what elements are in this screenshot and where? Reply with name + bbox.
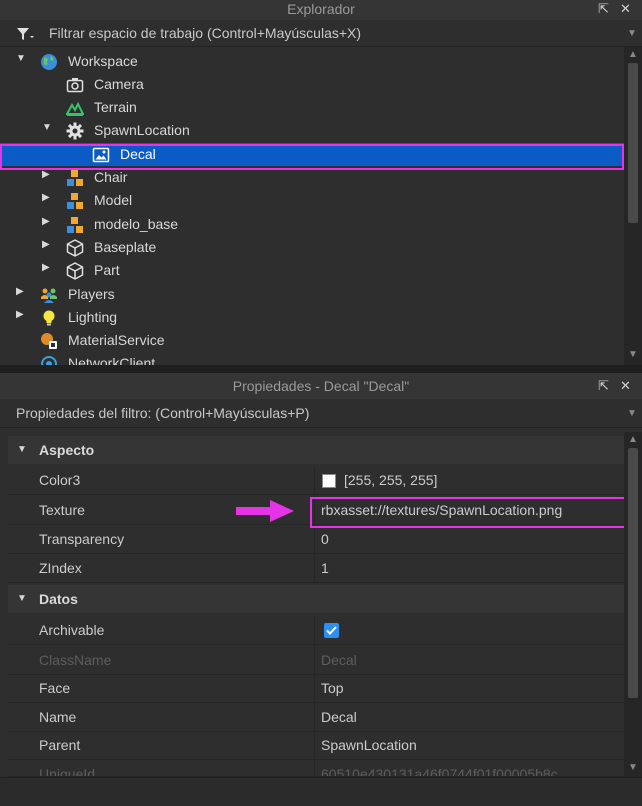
tree-item-modelo-base[interactable]: ▶ modelo_base: [0, 213, 624, 236]
panel-splitter[interactable]: [0, 365, 642, 373]
gear-icon: [66, 122, 84, 140]
properties-filter-bar[interactable]: Propiedades del filtro: (Control+Mayúscu…: [0, 399, 642, 428]
scroll-up-icon[interactable]: ▲: [628, 434, 638, 445]
expand-arrow-icon[interactable]: ▼: [16, 53, 26, 64]
explorer-filter-bar[interactable]: Filtrar espacio de trabajo (Control+Mayú…: [0, 20, 642, 47]
tree-item-label: MaterialService: [68, 332, 165, 348]
properties-titlebar: Propiedades - Decal "Decal" ⇱ ✕: [0, 373, 642, 399]
tree-item-label: Model: [94, 192, 133, 208]
chevron-down-icon[interactable]: ▼: [627, 28, 637, 39]
model-icon: [67, 193, 83, 209]
players-icon: [41, 288, 57, 303]
bottom-strip: [0, 777, 642, 806]
expand-arrow-icon[interactable]: ▶: [16, 286, 24, 297]
expand-arrow-icon[interactable]: ▼: [42, 122, 52, 133]
part-icon: [66, 262, 84, 280]
scroll-down-icon[interactable]: ▼: [628, 349, 638, 360]
tree-item-baseplate[interactable]: ▶ Baseplate: [0, 236, 624, 259]
tree-item-label: modelo_base: [94, 216, 179, 232]
tree-item-label: NetworkClient: [68, 355, 156, 365]
explorer-tree: ▼ Workspace Camera Terrain ▼ SpawnLocati…: [0, 47, 624, 365]
part-icon: [66, 239, 84, 257]
expand-arrow-icon[interactable]: ▶: [42, 239, 50, 250]
undock-icon[interactable]: ⇱: [598, 1, 609, 17]
tree-item-label: Players: [68, 286, 115, 302]
tree-item-label: Baseplate: [94, 239, 157, 255]
explorer-scrollbar[interactable]: ▲ ▼: [624, 47, 642, 365]
tree-item-label: Chair: [94, 169, 128, 185]
tree-item-label: Camera: [94, 76, 144, 92]
expand-arrow-icon[interactable]: ▶: [42, 192, 50, 203]
expand-arrow-icon[interactable]: ▶: [42, 216, 50, 227]
close-icon[interactable]: ✕: [620, 378, 631, 394]
close-icon[interactable]: ✕: [620, 1, 631, 17]
scroll-down-icon[interactable]: ▼: [628, 762, 638, 773]
tree-item-label: Workspace: [68, 53, 138, 69]
tree-item-label: SpawnLocation: [94, 122, 190, 138]
network-icon: [41, 356, 57, 365]
tree-item-networkclient[interactable]: NetworkClient: [0, 352, 624, 365]
camera-icon: [66, 78, 84, 93]
tree-item-materialservice[interactable]: MaterialService: [0, 329, 624, 352]
filter-icon[interactable]: [16, 27, 34, 41]
model-icon: [67, 170, 83, 186]
tree-item-spawnlocation[interactable]: ▼ SpawnLocation: [0, 119, 624, 142]
tree-item-model[interactable]: ▶ Model: [0, 189, 624, 212]
explorer-panel: Explorador ⇱ ✕ Filtrar espacio de trabaj…: [0, 0, 642, 365]
tree-item-label: Terrain: [94, 99, 137, 115]
globe-icon: [41, 54, 57, 70]
tree-item-workspace[interactable]: ▼ Workspace: [0, 50, 624, 73]
expand-arrow-icon[interactable]: ▶: [16, 309, 24, 320]
scroll-up-icon[interactable]: ▲: [628, 49, 638, 60]
properties-panel: Propiedades - Decal "Decal" ⇱ ✕ Propieda…: [0, 373, 642, 805]
properties-scroll-thumb[interactable]: [628, 448, 638, 698]
model-icon: [67, 217, 83, 233]
decal-highlight-box: [0, 144, 624, 170]
tree-item-players[interactable]: ▶ Players: [0, 283, 624, 306]
tree-item-terrain[interactable]: Terrain: [0, 96, 624, 119]
properties-filter-input[interactable]: Propiedades del filtro: (Control+Mayúscu…: [16, 405, 309, 421]
tree-item-label: Part: [94, 262, 120, 278]
explorer-filter-input[interactable]: Filtrar espacio de trabajo (Control+Mayú…: [49, 25, 361, 41]
tree-item-lighting[interactable]: ▶ Lighting: [0, 306, 624, 329]
explorer-title: Explorador: [287, 1, 355, 17]
undock-icon[interactable]: ⇱: [598, 378, 609, 394]
expand-arrow-icon[interactable]: ▶: [42, 262, 50, 273]
tree-item-label: Lighting: [68, 309, 118, 325]
properties-title: Propiedades - Decal "Decal": [232, 378, 410, 394]
expand-arrow-icon[interactable]: ▶: [42, 169, 50, 180]
terrain-icon: [66, 101, 84, 116]
properties-scrollbar[interactable]: ▲ ▼: [624, 432, 642, 777]
explorer-titlebar: Explorador ⇱ ✕: [0, 0, 642, 20]
chevron-down-icon[interactable]: ▼: [627, 408, 637, 419]
explorer-scroll-thumb[interactable]: [628, 63, 638, 223]
tree-item-part[interactable]: ▶ Part: [0, 259, 624, 282]
lightbulb-icon: [43, 310, 55, 326]
material-icon: [41, 333, 57, 349]
tree-item-camera[interactable]: Camera: [0, 73, 624, 96]
